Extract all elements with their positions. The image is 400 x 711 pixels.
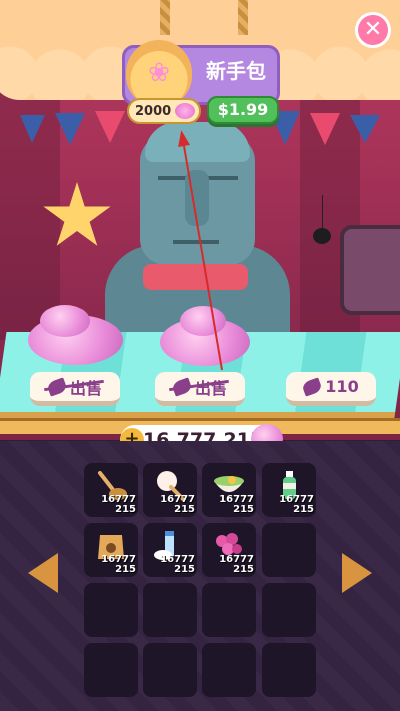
inventory-slot-empty[interactable]: [262, 583, 316, 637]
statue-hair: [145, 122, 250, 162]
item-quantity: 16777 215: [101, 494, 136, 515]
statue-eye: [158, 176, 188, 180]
spider-icon: [313, 228, 331, 244]
inventory-slot-empty[interactable]: [143, 643, 197, 697]
inventory-slot-empty[interactable]: [84, 583, 138, 637]
leaf-icon: [301, 376, 324, 397]
inventory-slot-empty[interactable]: [143, 583, 197, 637]
inventory-slot-empty[interactable]: [84, 643, 138, 697]
statue-eye: [208, 176, 238, 180]
item-quantity: 16777 215: [160, 494, 195, 515]
game-scene: 出售 出售 110 ❀ 新手包 2000 $1.99 ✕ + 16,777,21…: [0, 0, 400, 711]
sell-plate-2[interactable]: 出售: [155, 372, 245, 406]
inventory-slot-empty[interactable]: [202, 583, 256, 637]
inventory-slot[interactable]: 16777 215: [262, 463, 316, 517]
item-quantity: 16777 215: [160, 554, 195, 575]
statue-scarf: [143, 264, 248, 290]
inventory-slot[interactable]: 16777 215: [84, 523, 138, 577]
sell-plate-label: 出售: [195, 375, 227, 399]
inventory-slot[interactable]: 16777 215: [143, 463, 197, 517]
item-quantity: 16777 215: [279, 494, 314, 515]
statue-nose: [185, 170, 209, 226]
inventory-slot-empty[interactable]: [262, 643, 316, 697]
gem-bag-icon: ❀: [126, 40, 192, 106]
bundle-title: 新手包: [206, 59, 266, 83]
item-quantity: 16777 215: [219, 554, 254, 575]
sell-plate-label: 出售: [70, 375, 102, 399]
inventory-slot[interactable]: 16777 215: [202, 463, 256, 517]
cotton-pile: [40, 305, 90, 337]
close-button[interactable]: ✕: [355, 12, 391, 48]
barrel: [340, 225, 400, 315]
inventory-panel: [0, 441, 400, 711]
rope: [160, 0, 170, 35]
spider-thread: [322, 195, 323, 230]
cotton-pile: [180, 306, 226, 336]
statue-mouth: [173, 240, 219, 244]
inventory-slot-empty[interactable]: [262, 523, 316, 577]
sell-plate-price: 110: [325, 377, 359, 396]
rope: [238, 0, 248, 35]
inventory-slot[interactable]: 16777 215: [143, 523, 197, 577]
sell-plate-1[interactable]: 出售: [30, 372, 120, 406]
inventory-slot[interactable]: 16777 215: [84, 463, 138, 517]
buy-bundle-button[interactable]: $1.99: [207, 96, 279, 124]
inventory-slot-empty[interactable]: [202, 643, 256, 697]
gem-amount-text: 2000: [135, 103, 172, 119]
gem-icon: [175, 103, 196, 119]
item-quantity: 16777 215: [219, 494, 254, 515]
bundle-gem-amount: 2000: [127, 98, 201, 124]
sell-plate-3[interactable]: 110: [286, 372, 376, 406]
item-quantity: 16777 215: [101, 554, 136, 575]
inventory-slot[interactable]: 16777 215: [202, 523, 256, 577]
